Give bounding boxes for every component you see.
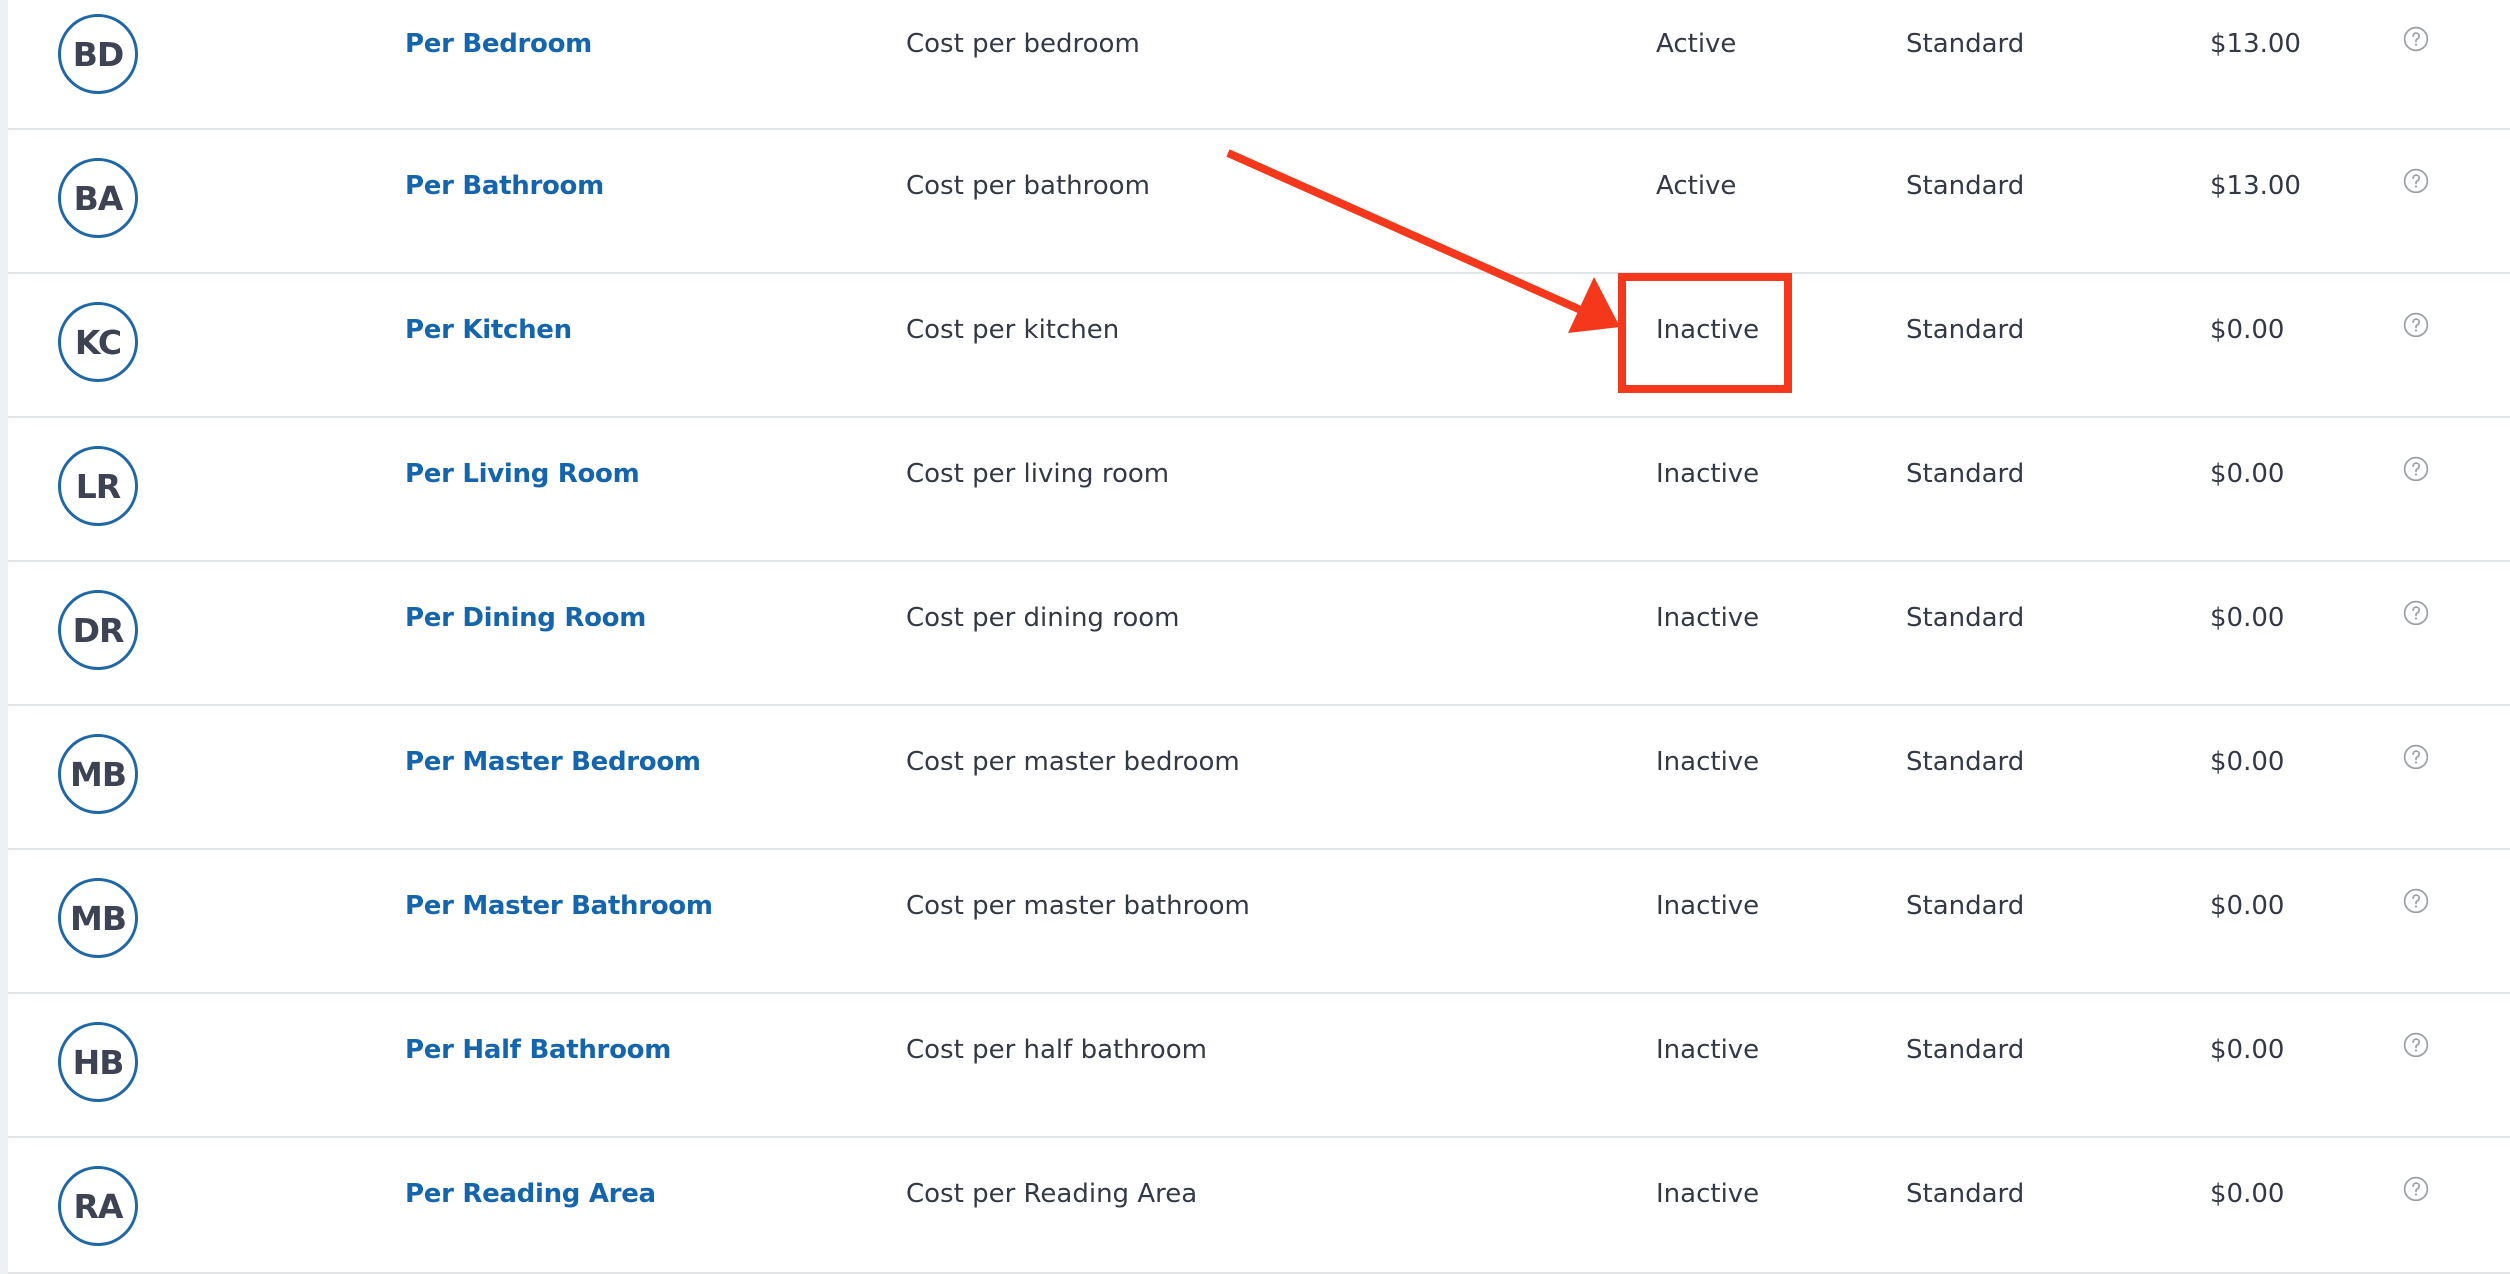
question-circle-icon[interactable]	[2403, 1176, 2429, 1202]
status-text: Inactive	[1656, 891, 1760, 921]
item-name-link[interactable]: Per Master Bedroom	[405, 718, 701, 806]
avatar: KC	[58, 302, 138, 382]
avatar: BD	[58, 14, 138, 94]
question-circle-icon[interactable]	[2403, 1032, 2429, 1058]
type-text: Standard	[1906, 747, 2025, 777]
status-text: Inactive	[1656, 459, 1760, 489]
status-text: Inactive	[1656, 1035, 1760, 1065]
status-text: Inactive	[1656, 747, 1760, 777]
type-text: Standard	[1906, 1035, 2025, 1065]
avatar: MB	[58, 878, 138, 958]
avatar: DR	[58, 590, 138, 670]
item-description: Cost per bedroom	[906, 29, 1140, 59]
price-text: $13.00	[2210, 29, 2301, 59]
item-description: Cost per living room	[906, 459, 1170, 489]
status-text: Inactive	[1656, 1179, 1760, 1209]
item-description: Cost per master bathroom	[906, 891, 1250, 921]
price-text: $0.00	[2210, 1035, 2285, 1065]
item-name-link[interactable]: Per Bathroom	[405, 142, 604, 230]
table-row: KC Per Kitchen Cost per kitchen Inactive…	[8, 274, 2510, 418]
question-circle-icon[interactable]	[2403, 456, 2429, 482]
type-text: Standard	[1906, 603, 2025, 633]
type-text: Standard	[1906, 459, 2025, 489]
avatar: HB	[58, 1022, 138, 1102]
avatar: LR	[58, 446, 138, 526]
type-text: Standard	[1906, 171, 2025, 201]
table-row: BA Per Bathroom Cost per bathroom Active…	[8, 130, 2510, 274]
table-row: LR Per Living Room Cost per living room …	[8, 418, 2510, 562]
item-name-link[interactable]: Per Reading Area	[405, 1150, 656, 1238]
price-text: $0.00	[2210, 459, 2285, 489]
question-circle-icon[interactable]	[2403, 312, 2429, 338]
status-text: Active	[1656, 171, 1737, 201]
avatar: MB	[58, 734, 138, 814]
price-text: $13.00	[2210, 171, 2301, 201]
item-description: Cost per Reading Area	[906, 1179, 1198, 1209]
type-text: Standard	[1906, 29, 2025, 59]
price-text: $0.00	[2210, 891, 2285, 921]
status-text: Inactive	[1656, 603, 1760, 633]
avatar: BA	[58, 158, 138, 238]
table-row: MB Per Master Bathroom Cost per master b…	[8, 850, 2510, 994]
item-name-link[interactable]: Per Bedroom	[405, 0, 592, 88]
table-row: DR Per Dining Room Cost per dining room …	[8, 562, 2510, 706]
item-description: Cost per half bathroom	[906, 1035, 1207, 1065]
table-row: RA Per Reading Area Cost per Reading Are…	[8, 1138, 2510, 1274]
status-text: Active	[1656, 29, 1737, 59]
table-row: BD Per Bedroom Cost per bedroom Active S…	[8, 0, 2510, 130]
question-circle-icon[interactable]	[2403, 600, 2429, 626]
avatar: RA	[58, 1166, 138, 1246]
price-text: $0.00	[2210, 603, 2285, 633]
table-row: HB Per Half Bathroom Cost per half bathr…	[8, 994, 2510, 1138]
type-text: Standard	[1906, 891, 2025, 921]
price-text: $0.00	[2210, 315, 2285, 345]
item-name-link[interactable]: Per Living Room	[405, 430, 640, 518]
type-text: Standard	[1906, 1179, 2025, 1209]
question-circle-icon[interactable]	[2403, 744, 2429, 770]
pricing-table: BD Per Bedroom Cost per bedroom Active S…	[8, 0, 2510, 1274]
item-description: Cost per kitchen	[906, 315, 1120, 345]
status-text: Inactive	[1656, 315, 1760, 345]
item-name-link[interactable]: Per Dining Room	[405, 574, 646, 662]
item-name-link[interactable]: Per Kitchen	[405, 286, 572, 374]
item-description: Cost per dining room	[906, 603, 1180, 633]
item-name-link[interactable]: Per Master Bathroom	[405, 862, 713, 950]
question-circle-icon[interactable]	[2403, 168, 2429, 194]
item-description: Cost per master bedroom	[906, 747, 1240, 777]
type-text: Standard	[1906, 315, 2025, 345]
price-text: $0.00	[2210, 747, 2285, 777]
item-description: Cost per bathroom	[906, 171, 1150, 201]
question-circle-icon[interactable]	[2403, 888, 2429, 914]
item-name-link[interactable]: Per Half Bathroom	[405, 1006, 671, 1094]
price-text: $0.00	[2210, 1179, 2285, 1209]
question-circle-icon[interactable]	[2403, 26, 2429, 52]
table-row: MB Per Master Bedroom Cost per master be…	[8, 706, 2510, 850]
